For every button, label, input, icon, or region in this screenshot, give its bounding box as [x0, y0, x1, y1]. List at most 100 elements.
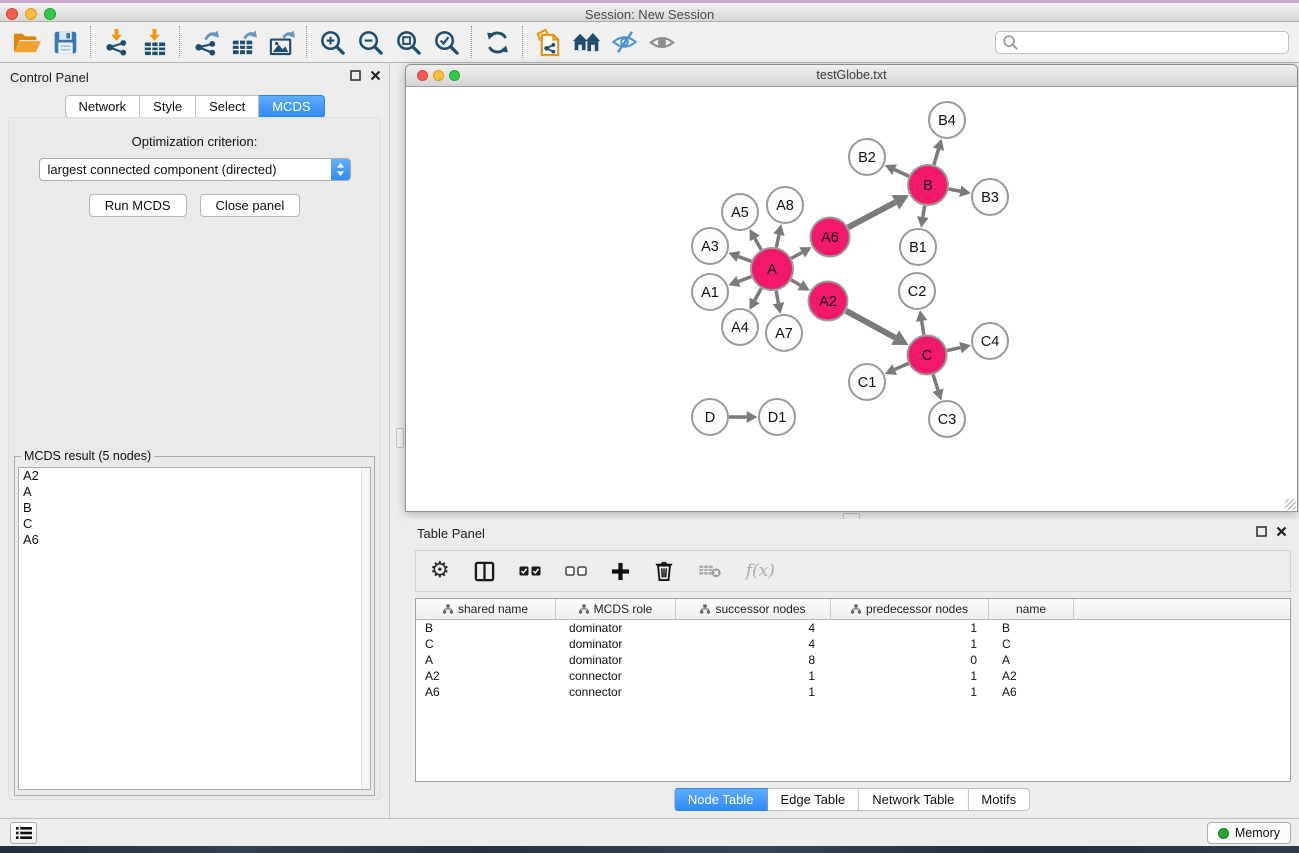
node-label-B4: B4	[938, 113, 956, 129]
import-table-icon	[140, 28, 169, 57]
column-header-shared-name[interactable]: shared name	[416, 599, 556, 619]
edge-C-C1[interactable]	[895, 363, 909, 369]
table-cell: A	[416, 653, 556, 667]
edge-A-A3[interactable]	[738, 257, 751, 262]
arrowhead-icon	[932, 388, 943, 400]
zoom-selected-button[interactable]	[427, 25, 465, 59]
export-table-button[interactable]	[224, 25, 262, 59]
edge-C-C4[interactable]	[947, 348, 960, 351]
table-row[interactable]: Cdominator41C	[416, 636, 1290, 652]
edge-B-B1[interactable]	[923, 206, 925, 217]
edge-A-A7[interactable]	[776, 291, 778, 304]
edge-B-B3[interactable]	[949, 189, 961, 191]
tab-network-table[interactable]: Network Table	[859, 788, 968, 811]
table-cell: A2	[989, 669, 1074, 683]
refresh-button[interactable]	[478, 25, 516, 59]
settings-gear-icon[interactable]: ⚙	[430, 560, 450, 582]
network-canvas[interactable]: AA1A2A3A4A5A6A7A8BB1B2B3B4CC1C2C3C4DD1	[406, 87, 1297, 511]
edge-C-C2[interactable]	[922, 321, 924, 335]
optimization-criterion-select[interactable]: largest connected component (directed)	[39, 158, 351, 181]
edge-A-A1[interactable]	[738, 277, 751, 282]
edge-A-A5[interactable]	[755, 238, 761, 249]
close-panel-button[interactable]: Close panel	[200, 194, 301, 217]
export-image-button[interactable]	[262, 25, 300, 59]
tab-style[interactable]: Style	[140, 95, 196, 118]
edge-A6-B[interactable]	[848, 202, 895, 227]
delete-table-icon[interactable]	[698, 563, 722, 579]
split-divider-grip[interactable]	[396, 428, 404, 448]
task-history-button[interactable]	[10, 822, 37, 844]
table-panel-title: Table Panel	[417, 526, 485, 541]
import-network-button[interactable]	[97, 25, 135, 59]
select-all-icon[interactable]	[519, 566, 541, 576]
open-session-button[interactable]	[8, 25, 46, 59]
close-panel-icon[interactable]	[1276, 526, 1287, 537]
table-row[interactable]: Bdominator41B	[416, 620, 1290, 636]
import-table-button[interactable]	[135, 25, 173, 59]
edge-A-A6[interactable]	[791, 252, 802, 258]
table-cell: 1	[676, 669, 831, 683]
tab-select[interactable]: Select	[196, 95, 259, 118]
hide-selected-button[interactable]	[605, 25, 643, 59]
zoom-out-button[interactable]	[351, 25, 389, 59]
column-header-predecessor-nodes[interactable]: predecessor nodes	[831, 599, 989, 619]
node-label-C2: C2	[908, 284, 927, 300]
deselect-all-icon[interactable]	[565, 566, 587, 576]
table-row[interactable]: Adominator80A	[416, 652, 1290, 668]
column-header-MCDS-role[interactable]: MCDS role	[556, 599, 676, 619]
tab-motifs[interactable]: Motifs	[968, 788, 1030, 811]
delete-column-icon[interactable]	[654, 560, 674, 582]
edge-C-C3[interactable]	[933, 375, 938, 391]
mcds-result-item[interactable]: A	[19, 484, 370, 500]
list-scrollbar[interactable]	[361, 468, 370, 789]
tab-edge-table[interactable]: Edge Table	[767, 788, 859, 811]
float-panel-icon[interactable]	[1256, 526, 1267, 537]
search-field[interactable]	[995, 31, 1289, 54]
save-floppy-icon	[52, 29, 79, 56]
save-session-button[interactable]	[46, 25, 84, 59]
new-network-from-selection-button[interactable]	[529, 25, 567, 59]
mcds-result-item[interactable]: A6	[19, 532, 370, 548]
tab-network[interactable]: Network	[64, 95, 140, 118]
table-row[interactable]: A2connector11A2	[416, 668, 1290, 684]
memory-button[interactable]: Memory	[1207, 822, 1291, 844]
float-panel-icon[interactable]	[350, 70, 361, 81]
edge-A-A4[interactable]	[755, 288, 762, 300]
edge-B-B2[interactable]	[895, 170, 909, 177]
resize-grip-icon[interactable]	[1285, 499, 1296, 510]
column-header-name[interactable]: name	[989, 599, 1074, 619]
toolbar-separator	[306, 26, 307, 58]
function-builder-icon[interactable]: f(x)	[746, 561, 775, 581]
select-stepper-icon	[331, 159, 350, 180]
show-all-button[interactable]	[643, 25, 681, 59]
node-label-A7: A7	[775, 326, 793, 342]
mcds-result-item[interactable]: C	[19, 516, 370, 532]
zoom-fit-button[interactable]	[389, 25, 427, 59]
export-network-button[interactable]	[186, 25, 224, 59]
edge-A2-C[interactable]	[846, 311, 895, 338]
edge-A-A8[interactable]	[776, 235, 779, 248]
run-mcds-button[interactable]: Run MCDS	[89, 194, 187, 217]
table-row[interactable]: A6connector11A6	[416, 684, 1290, 700]
arrowhead-icon	[933, 139, 944, 151]
table-cell: 1	[831, 685, 989, 699]
tab-node-table[interactable]: Node Table	[674, 788, 768, 811]
memory-label: Memory	[1235, 826, 1280, 840]
add-column-icon[interactable]	[611, 562, 630, 581]
search-input[interactable]	[1019, 36, 1288, 50]
node-label-A4: A4	[731, 320, 749, 336]
edge-A-A2[interactable]	[791, 280, 800, 285]
close-panel-icon[interactable]	[370, 70, 381, 81]
table-cell: 1	[831, 669, 989, 683]
node-label-A1: A1	[701, 285, 719, 301]
network-window-titlebar[interactable]: testGlobe.txt	[406, 65, 1297, 87]
column-header-successor-nodes[interactable]: successor nodes	[676, 599, 831, 619]
home-button[interactable]	[567, 25, 605, 59]
show-column-icon[interactable]	[474, 561, 495, 582]
zoom-in-button[interactable]	[313, 25, 351, 59]
tab-mcds[interactable]: MCDS	[259, 95, 324, 118]
mcds-result-item[interactable]: B	[19, 500, 370, 516]
arrowhead-icon	[773, 302, 784, 314]
mcds-result-item[interactable]: A2	[19, 468, 370, 484]
edge-B-B4[interactable]	[934, 149, 939, 165]
